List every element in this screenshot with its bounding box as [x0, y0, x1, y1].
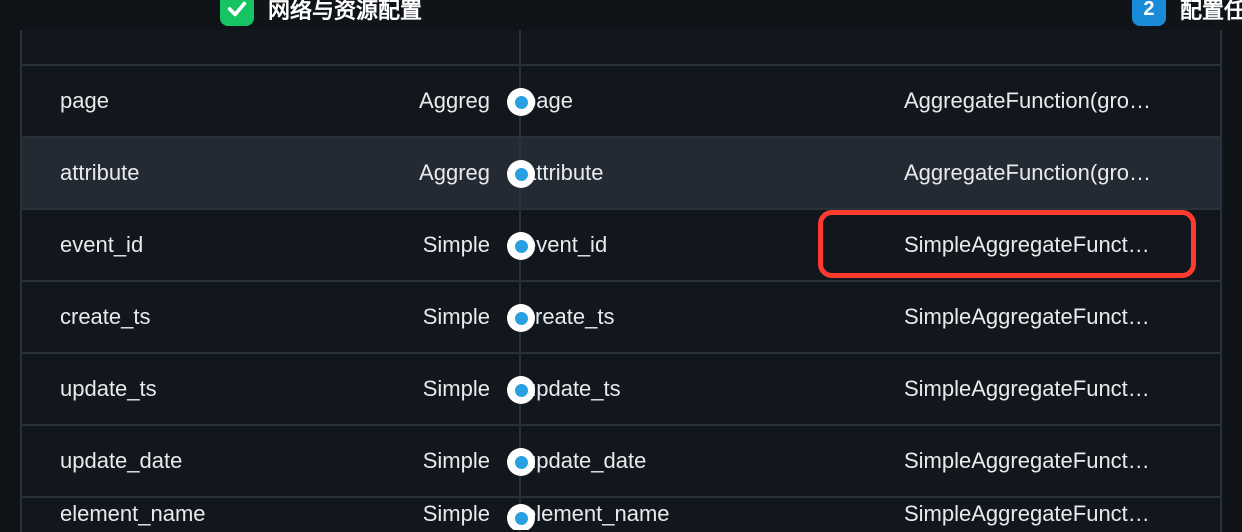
left-field-type: Aggreg — [407, 88, 490, 114]
left-field-type: Simple — [411, 376, 490, 402]
left-cell: update_ts Simple — [22, 376, 500, 402]
mapping-connector-icon[interactable] — [507, 504, 535, 530]
right-field-type: SimpleAggregateFunct… — [904, 304, 1150, 330]
right-field-type-cell: AggregateFunction(gro… — [900, 88, 1220, 114]
right-field-name: attribute — [524, 160, 604, 186]
mapping-connector-icon[interactable] — [507, 376, 535, 404]
left-field-type: Simple — [411, 232, 490, 258]
left-cell: update_date Simple — [22, 448, 500, 474]
table-row[interactable]: update_date Simple update_date SimpleAggreg… — [22, 424, 1220, 496]
step-done-label: 网络与资源配置 — [268, 0, 422, 25]
right-field-type: SimpleAggregateFunct… — [904, 376, 1150, 402]
mapping-connector-icon[interactable] — [507, 232, 535, 260]
left-field-name: create_ts — [60, 304, 151, 330]
right-field-name-cell: attribute — [500, 160, 900, 186]
right-field-type-cell: SimpleAggregateFunct… — [900, 376, 1220, 402]
right-field-type-cell: SimpleAggregateFunct… — [900, 304, 1220, 330]
left-field-name: event_id — [60, 232, 143, 258]
left-field-name: attribute — [60, 160, 140, 186]
right-field-name-cell: page — [500, 88, 900, 114]
step-done-icon — [220, 0, 254, 26]
table-row[interactable]: pageAggregpageAggregateFunction(gro… — [22, 64, 1220, 136]
left-field-name: element_name — [60, 501, 206, 527]
right-field-type: AggregateFunction(gro… — [904, 160, 1151, 186]
right-field-type: AggregateFunction(gro… — [904, 88, 1151, 114]
table-row[interactable]: attribute Aggreg attribute AggregateFunctio… — [22, 136, 1220, 208]
right-field-name: update_date — [524, 448, 646, 474]
table-row[interactable]: create_ts Simple create_ts SimpleAggregateF… — [22, 280, 1220, 352]
left-cell: attribute Aggreg — [22, 160, 500, 186]
right-field-type: SimpleAggregateFunct… — [904, 501, 1150, 527]
right-field-type: SimpleAggregateFunct… — [904, 232, 1150, 258]
table-row[interactable]: element_name Simple element_name SimpleAggr… — [22, 496, 1220, 530]
step-pending-badge: 2 — [1132, 0, 1166, 26]
left-field-type: Aggreg — [407, 160, 490, 186]
right-field-name-cell: element_name — [500, 501, 900, 527]
left-field-name: page — [60, 88, 109, 114]
step-bar: 网络与资源配置 2 配置任 — [0, 0, 1242, 28]
right-field-name: event_id — [524, 232, 607, 258]
mapping-connector-icon[interactable] — [507, 448, 535, 476]
right-field-name: element_name — [524, 501, 670, 527]
right-field-type-cell: SimpleAggregateFunct… — [900, 232, 1220, 258]
left-cell: create_ts Simple — [22, 304, 500, 330]
right-field-name: update_ts — [524, 376, 621, 402]
left-cell: element_name Simple — [22, 501, 500, 527]
step-pending-label: 配置任 — [1180, 0, 1242, 25]
right-field-name-cell: event_id — [500, 232, 900, 258]
right-field-name-cell: update_ts — [500, 376, 900, 402]
left-field-name: update_date — [60, 448, 182, 474]
table-row[interactable] — [22, 30, 1220, 64]
step-pending: 2 配置任 — [1132, 0, 1242, 26]
right-field-name: create_ts — [524, 304, 615, 330]
left-cell: page Aggreg — [22, 88, 500, 114]
right-field-type: SimpleAggregateFunct… — [904, 448, 1150, 474]
mapping-panel: pageAggregpageAggregateFunction(gro…attr… — [20, 30, 1222, 532]
mapping-connector-icon[interactable] — [507, 88, 535, 116]
right-field-name-cell: create_ts — [500, 304, 900, 330]
left-field-type: Simple — [411, 501, 490, 527]
right-field-type-cell: SimpleAggregateFunct… — [900, 501, 1220, 527]
mapping-rows: pageAggregpageAggregateFunction(gro…attr… — [22, 30, 1220, 530]
step-completed: 网络与资源配置 — [220, 0, 422, 26]
mapping-connector-icon[interactable] — [507, 304, 535, 332]
mapping-connector-icon[interactable] — [507, 160, 535, 188]
step-pending-number: 2 — [1143, 0, 1154, 21]
left-field-type: Simple — [411, 304, 490, 330]
table-row[interactable]: event_id Simple event_id SimpleAggregateFun… — [22, 208, 1220, 280]
table-row[interactable]: update_ts Simple update_ts SimpleAggregateF… — [22, 352, 1220, 424]
right-field-type-cell: AggregateFunction(gro… — [900, 160, 1220, 186]
left-cell: event_id Simple — [22, 232, 500, 258]
right-field-name-cell: update_date — [500, 448, 900, 474]
left-field-name: update_ts — [60, 376, 157, 402]
left-field-type: Simple — [411, 448, 490, 474]
right-field-type-cell: SimpleAggregateFunct… — [900, 448, 1220, 474]
